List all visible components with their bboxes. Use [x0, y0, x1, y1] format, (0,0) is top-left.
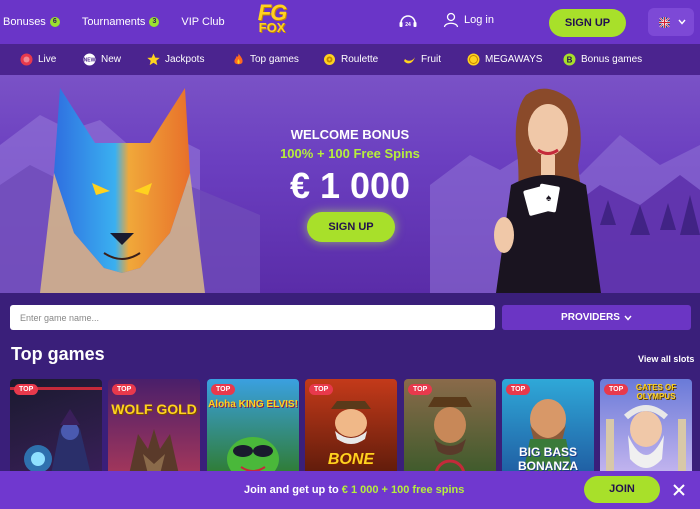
category-bonus-games-label: Bonus games — [581, 54, 643, 65]
category-top-games[interactable]: Top games — [232, 53, 323, 66]
category-top-games-label: Top games — [250, 54, 299, 65]
category-bar: Live NEW New Jackpots Top games Roulette… — [0, 44, 700, 75]
nav-tournaments-label: Tournaments — [81, 16, 146, 28]
game-title: Aloha KING ELVIS! — [208, 399, 298, 410]
star-icon — [147, 53, 160, 66]
providers-label: PROVIDERS — [561, 312, 620, 323]
game-title: BIG BASS BONANZA — [518, 445, 578, 473]
svg-text:B: B — [567, 55, 573, 64]
category-roulette-label: Roulette — [341, 54, 379, 65]
join-promo-text: Join and get up to € 1 000 + 100 free sp… — [244, 484, 464, 496]
live-icon — [20, 53, 33, 66]
svg-text:24: 24 — [405, 22, 411, 28]
game-tile[interactable]: TOP — [404, 379, 496, 479]
nav-bonuses[interactable]: Bonuses 6 — [3, 16, 60, 28]
hero-title: WELCOME BONUS — [290, 127, 410, 142]
top-tag: TOP — [309, 384, 334, 395]
join-promo-bar: Join and get up to € 1 000 + 100 free sp… — [0, 471, 700, 509]
top-header: Bonuses 6 Tournaments 3 VIP Club FG FOX … — [0, 0, 700, 44]
hero-amount: € 1 000 — [289, 165, 411, 206]
nav-tournaments-badge: 3 — [149, 17, 160, 27]
category-roulette[interactable]: Roulette — [323, 53, 403, 66]
game-title: BONE — [327, 451, 375, 468]
category-bonus-games[interactable]: B Bonus games — [563, 53, 653, 66]
join-promo-prefix: Join and get up to — [244, 484, 342, 496]
logo-line2: FOX — [258, 20, 286, 35]
support-24-icon[interactable]: 24 — [398, 13, 418, 31]
category-megaways-label: MEGAWAYS — [485, 54, 543, 65]
header-signup-button[interactable]: SIGN UP — [549, 9, 626, 37]
top-games-row: TOP TOP WOLF GOLD TOP Aloha KING ELVIS! … — [10, 379, 700, 479]
game-title: GATES OF OLYMPUS — [635, 383, 677, 401]
view-all-slots-link[interactable]: View all slots — [638, 354, 694, 364]
site-logo[interactable]: FG FOX — [250, 2, 294, 42]
bonus-b-icon: B — [563, 53, 576, 66]
top-games-heading: Top games — [11, 344, 105, 364]
close-icon[interactable] — [671, 482, 687, 498]
banana-icon — [404, 57, 415, 64]
top-tag: TOP — [112, 384, 137, 395]
game-tile[interactable]: TOP WOLF GOLD — [108, 379, 200, 479]
game-tile[interactable]: TOP Aloha KING ELVIS! — [207, 379, 299, 479]
login-link[interactable]: Log in — [443, 12, 494, 28]
chevron-down-icon — [624, 315, 632, 321]
coin-icon — [467, 53, 480, 66]
language-selector[interactable] — [648, 8, 694, 36]
nav-vip-club[interactable]: VIP Club — [181, 16, 224, 28]
new-icon: NEW — [83, 53, 96, 66]
game-title: WOLF GOLD — [111, 401, 197, 417]
top-tag: TOP — [506, 384, 531, 395]
category-new-label: New — [101, 54, 122, 65]
game-tile[interactable]: TOP BIG BASS BONANZA — [502, 379, 594, 479]
hero-signup-button[interactable]: SIGN UP — [307, 212, 395, 242]
game-search-input[interactable] — [10, 305, 495, 330]
nav-tournaments[interactable]: Tournaments 3 — [82, 16, 160, 28]
top-tag: TOP — [211, 384, 236, 395]
roulette-icon — [324, 54, 335, 65]
login-label: Log in — [464, 14, 494, 26]
category-fruit[interactable]: Fruit — [403, 53, 467, 66]
flame-icon — [234, 53, 243, 65]
uk-flag-icon — [657, 16, 671, 28]
category-new[interactable]: NEW New — [83, 53, 147, 66]
game-tile[interactable]: TOP GATES OF OLYMPUS — [600, 379, 692, 479]
game-tile[interactable]: TOP BONE — [305, 379, 397, 479]
top-tag: TOP — [408, 384, 433, 395]
category-megaways[interactable]: MEGAWAYS — [467, 53, 563, 66]
providers-dropdown[interactable]: PROVIDERS — [502, 305, 691, 330]
top-tag: TOP — [14, 384, 39, 395]
chevron-down-icon — [677, 19, 686, 25]
category-jackpots[interactable]: Jackpots — [147, 53, 232, 66]
game-tile[interactable]: TOP — [10, 379, 102, 479]
hero-banner: ♠ WELCOME BONUS 100% + 100 Free Spins € … — [0, 75, 700, 293]
svg-text:NEW: NEW — [84, 58, 96, 64]
user-icon — [443, 12, 459, 28]
top-nav: Bonuses 6 Tournaments 3 VIP Club — [3, 16, 247, 28]
nav-vip-club-label: VIP Club — [181, 16, 225, 28]
nav-bonuses-label: Bonuses — [3, 16, 46, 28]
category-live[interactable]: Live — [20, 53, 83, 66]
nav-bonuses-badge: 6 — [49, 17, 60, 27]
category-fruit-label: Fruit — [421, 54, 441, 65]
category-live-label: Live — [38, 54, 57, 65]
join-button[interactable]: JOIN — [584, 476, 660, 503]
category-jackpots-label: Jackpots — [165, 54, 205, 65]
hero-subtitle: 100% + 100 Free Spins — [280, 146, 420, 161]
join-promo-highlight: € 1 000 + 100 free spins — [341, 484, 465, 496]
